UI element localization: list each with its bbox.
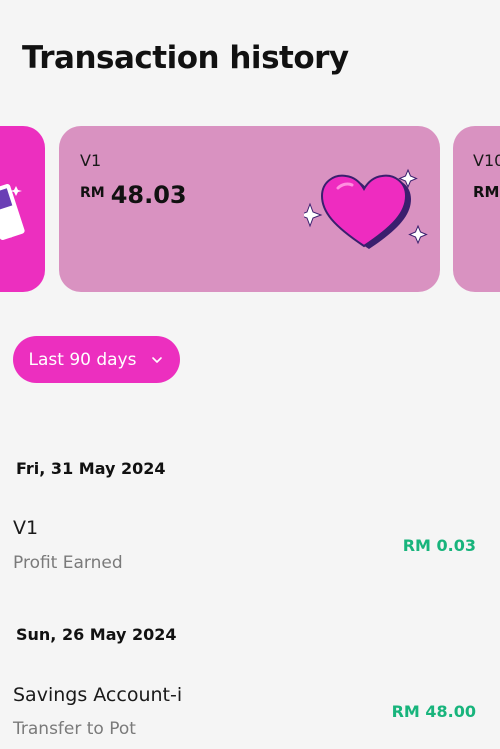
pot-balance-currency: RM [473,183,500,201]
transaction-amount: RM 48.00 [391,702,476,721]
transaction-history-screen: Transaction history V1 RM 48.03 V10 RM L… [0,0,500,749]
gift-card-illustration-icon [0,184,25,240]
pot-carousel[interactable]: V1 RM 48.03 V10 RM [0,126,500,292]
transaction-subtitle: Transfer to Pot [13,719,136,739]
filter-label: Last 90 days [28,349,137,370]
pot-balance-currency: RM [80,185,105,201]
page-title: Transaction history [22,40,349,76]
date-range-filter-button[interactable]: Last 90 days [13,336,180,383]
pot-card-next[interactable]: V10 RM [453,126,500,292]
transaction-subtitle: Profit Earned [13,553,123,573]
pot-balance-amount: 48.03 [110,181,187,209]
transaction-amount: RM 0.03 [402,536,476,555]
pot-card-previous[interactable] [0,126,45,292]
pot-name: V1 [80,151,102,170]
pot-name: V10 [473,151,500,170]
heart-icon [304,168,428,249]
pot-card-v1[interactable]: V1 RM 48.03 [59,126,440,292]
date-header: Fri, 31 May 2024 [16,459,166,478]
chevron-down-icon [152,356,163,363]
pot-balance: RM 48.03 [80,181,187,209]
date-header: Sun, 26 May 2024 [16,625,177,644]
transaction-title: V1 [13,517,39,539]
transaction-title: Savings Account-i [13,684,183,706]
